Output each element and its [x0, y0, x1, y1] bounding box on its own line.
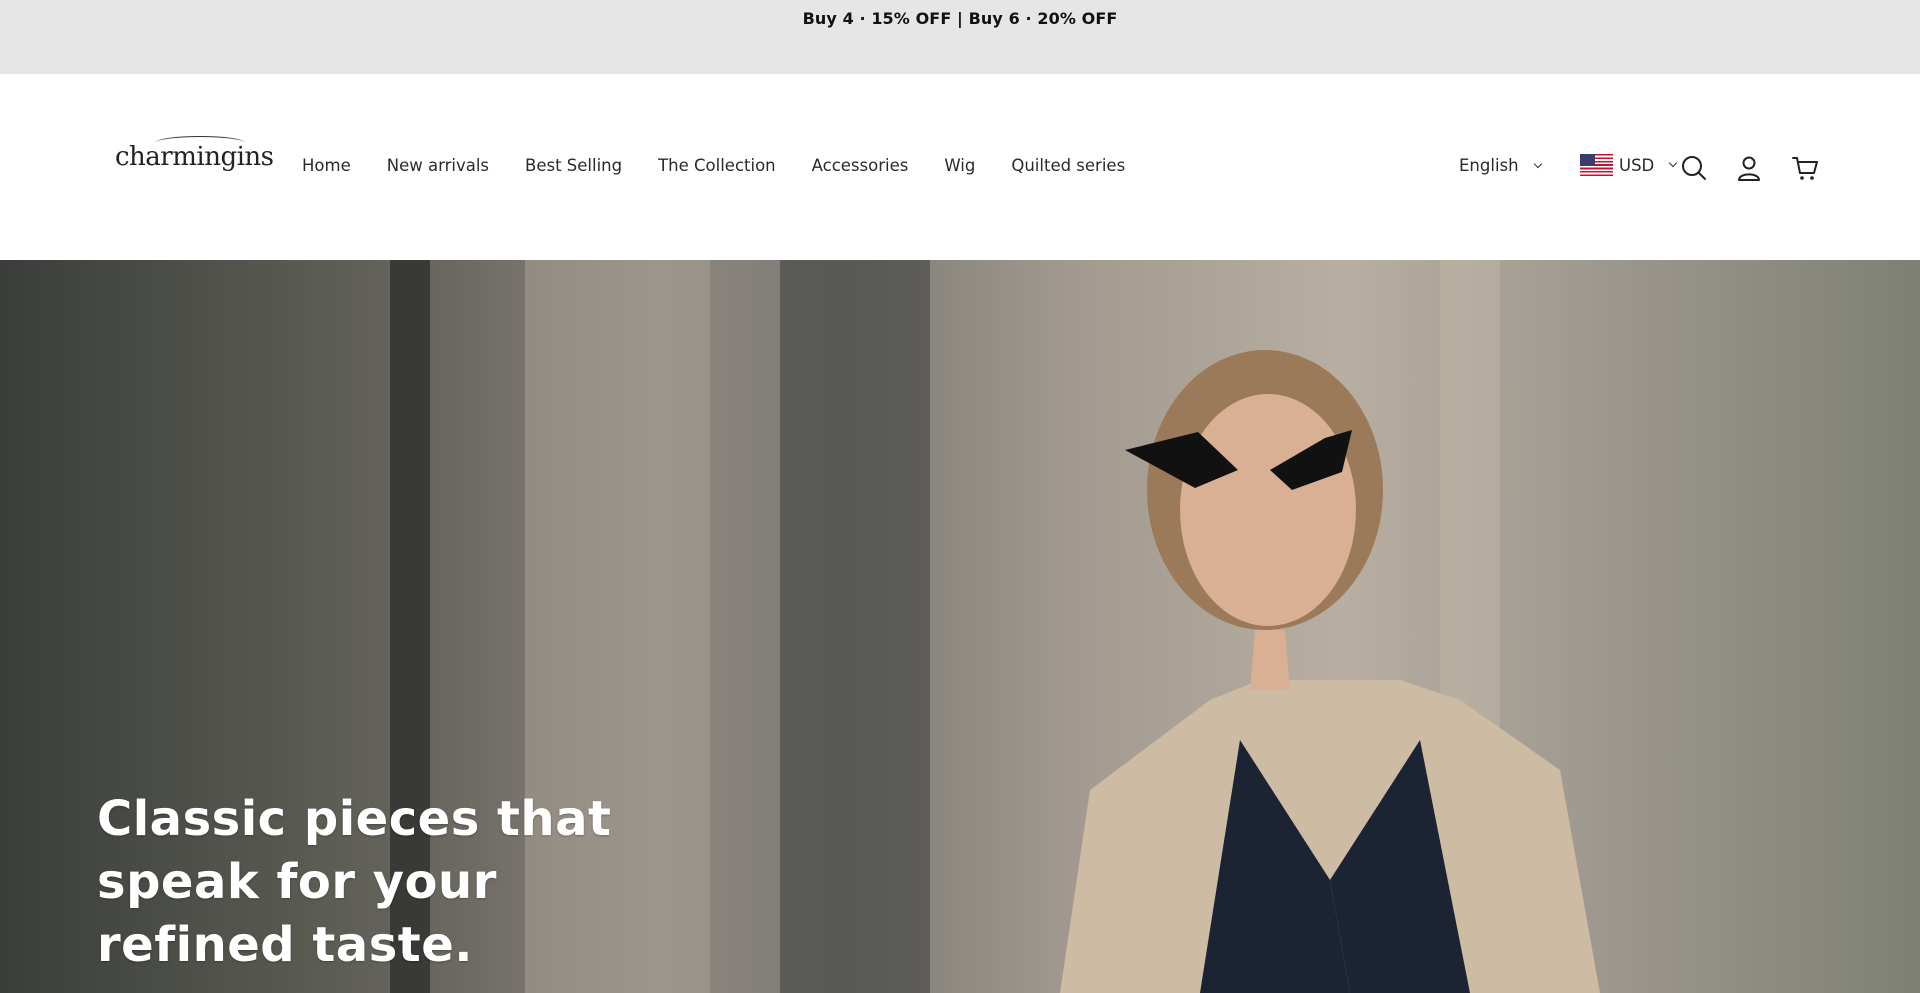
logo[interactable]: charmingins — [115, 136, 274, 172]
hero-title: Classic pieces that speak for your refin… — [97, 791, 612, 973]
nav-item-the-collection[interactable]: The Collection — [658, 156, 776, 175]
announcement-bar: Buy 4 · 15% OFF | Buy 6 · 20% OFF — [0, 0, 1920, 74]
nav-item-best-selling[interactable]: Best Selling — [525, 156, 622, 175]
language-label: English — [1459, 156, 1519, 175]
announcement-text: Buy 4 · 15% OFF | Buy 6 · 20% OFF — [802, 9, 1118, 28]
main-nav: Home New arrivals Best Selling The Colle… — [302, 156, 1161, 175]
nav-item-wig[interactable]: Wig — [944, 156, 975, 175]
chevron-down-icon — [1533, 159, 1542, 168]
currency-label: USD — [1619, 155, 1655, 175]
nav-item-home[interactable]: Home — [302, 156, 351, 175]
nav-item-new-arrivals[interactable]: New arrivals — [387, 156, 489, 175]
account-icon[interactable] — [1735, 154, 1763, 182]
logo-swash — [155, 136, 245, 150]
hero-model-illustration — [1060, 350, 1600, 993]
nav-item-accessories[interactable]: Accessories — [812, 156, 909, 175]
nav-item-quilted-series[interactable]: Quilted series — [1011, 156, 1125, 175]
cart-icon[interactable] — [1791, 154, 1819, 182]
site-header: charmingins Home New arrivals Best Selli… — [0, 74, 1920, 260]
search-icon[interactable] — [1680, 154, 1708, 182]
language-selector[interactable]: English — [1459, 156, 1542, 175]
chevron-down-icon — [1669, 158, 1678, 168]
hero-bg-shape — [780, 260, 930, 993]
us-flag-icon — [1580, 154, 1613, 176]
currency-selector[interactable]: USD — [1580, 154, 1678, 176]
hero-banner: Classic pieces that speak for your refin… — [0, 260, 1920, 993]
